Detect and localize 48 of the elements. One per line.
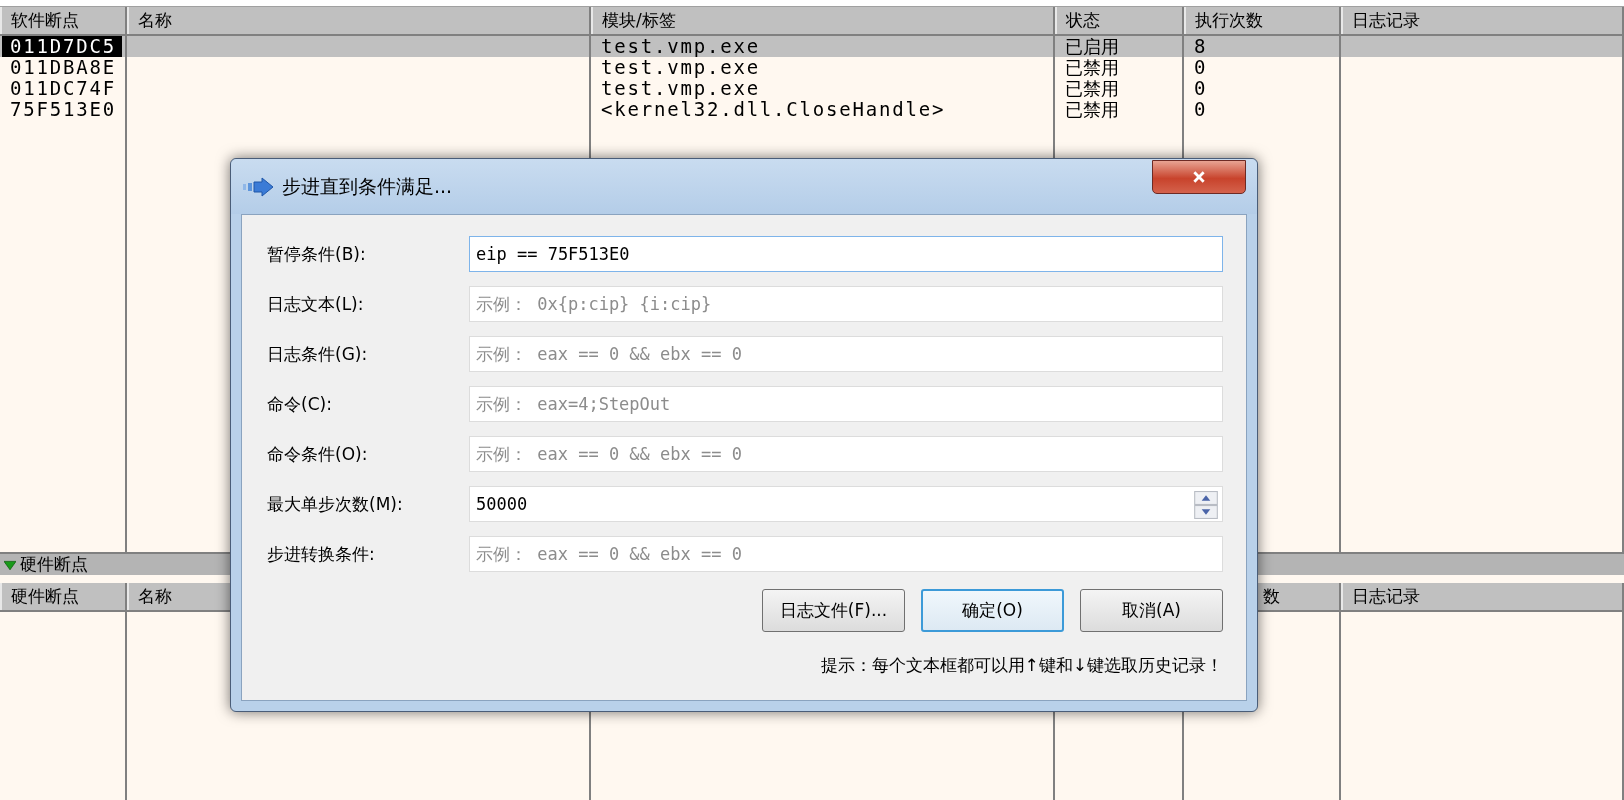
window-title: 步进直到条件满足...: [282, 173, 453, 199]
input-field[interactable]: eip == 75F513E0: [469, 236, 1223, 272]
field-label: 命令(C):: [267, 392, 333, 416]
column-header[interactable]: 硬件断点: [0, 583, 127, 610]
column-header[interactable]: 执行次数: [1184, 7, 1341, 34]
dialog-button[interactable]: 取消(A): [1080, 589, 1223, 632]
table-row[interactable]: 011DBA8E test.vmp.exe 已禁用 0: [0, 57, 1624, 78]
table-cell: 已禁用: [1065, 78, 1119, 99]
expand-arrow-icon[interactable]: [4, 558, 16, 571]
table-cell: 8: [1194, 35, 1208, 57]
column-header[interactable]: 软件断点: [0, 7, 127, 34]
table-cell-text: 011DBA8E: [9, 57, 117, 78]
table-cell: 已禁用: [1065, 99, 1119, 120]
field-label: 日志条件(G):: [267, 342, 369, 366]
table-cell: test.vmp.exe: [601, 77, 760, 99]
table-cell: test.vmp.exe: [601, 56, 760, 78]
close-icon: [1192, 170, 1206, 184]
column-header[interactable]: 日志记录: [1341, 7, 1624, 34]
table-cell: 0: [1194, 98, 1208, 120]
field-label: 暂停条件(B):: [267, 242, 367, 266]
column-header[interactable]: 状态: [1055, 7, 1184, 34]
dialog-button[interactable]: 确定(O): [921, 589, 1064, 632]
hint-text: 提示：每个文本框都可以用↑键和↓键选取历史记录！: [820, 654, 1223, 677]
table-cell: 0: [1194, 77, 1208, 99]
field-label: 最大单步次数(M):: [267, 492, 404, 516]
table-cell: test.vmp.exe: [601, 35, 760, 57]
table-row[interactable]: 011D7DC5 test.vmp.exe 已启用 8: [0, 36, 1624, 57]
spinner-icon[interactable]: [1193, 491, 1219, 519]
table-cell: 0: [1194, 56, 1208, 78]
table-cell: 已启用: [1065, 36, 1119, 57]
arrow-icon: [242, 176, 274, 197]
field-label: 步进转换条件:: [267, 542, 376, 566]
close-button[interactable]: [1152, 160, 1246, 194]
column-header[interactable]: 模块/标签: [591, 7, 1055, 34]
column-header[interactable]: 名称: [127, 7, 591, 34]
table-row[interactable]: 75F513E0 <kernel32.dll.CloseHandle> 已禁用 0: [0, 99, 1624, 120]
dialog-button[interactable]: 日志文件(F)...: [762, 589, 905, 632]
section-title: 硬件断点: [20, 553, 88, 576]
table-cell: <kernel32.dll.CloseHandle>: [601, 98, 946, 120]
column-header[interactable]: 日志记录: [1341, 583, 1624, 610]
table-cell: 011D7DC5: [2, 36, 122, 57]
field-label: 日志文本(L):: [267, 292, 365, 316]
table-row[interactable]: 011DC74F test.vmp.exe 已禁用 0: [0, 78, 1624, 99]
table-cell: 已禁用: [1065, 57, 1119, 78]
field-label: 命令条件(O):: [267, 442, 369, 466]
table-cell-text: 75F513E0: [9, 99, 117, 120]
input-field[interactable]: 50000: [469, 486, 1223, 522]
table-cell-text: 011DC74F: [9, 78, 117, 99]
